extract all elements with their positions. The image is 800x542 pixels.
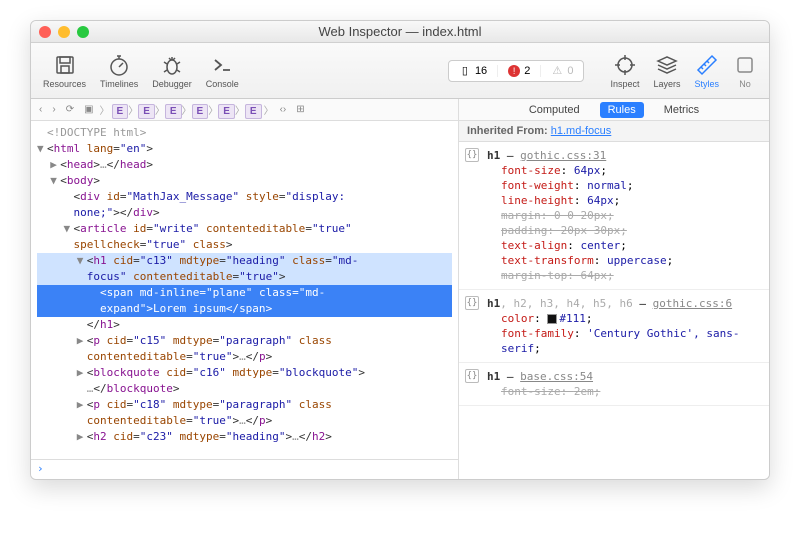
dom-line[interactable]: …</blockquote> bbox=[37, 381, 452, 397]
rule-gutter-icon[interactable]: {} bbox=[465, 148, 479, 162]
dom-tree[interactable]: <!DOCTYPE html>▼<html lang="en"> ▶<head>… bbox=[31, 121, 458, 459]
dom-line[interactable]: <div id="MathJax_Message" style="display… bbox=[37, 189, 452, 205]
errors-counter[interactable]: !2 bbox=[498, 65, 541, 77]
css-property[interactable]: margin: 0 0 20px; bbox=[487, 208, 761, 223]
dom-line[interactable]: spellcheck="true" class> bbox=[37, 237, 452, 253]
console-icon bbox=[210, 53, 234, 77]
css-property[interactable]: font-size: 64px; bbox=[487, 163, 761, 178]
warning-icon: ⚠ bbox=[551, 65, 563, 77]
code-icon[interactable]: ‹› bbox=[276, 104, 291, 115]
breadcrumb-item[interactable]: E bbox=[192, 104, 209, 119]
breadcrumb-bar: ‹ › ⟳ ▣ 〉 E〉E〉E〉E〉E〉E 〉 ‹› ⊞ bbox=[31, 99, 458, 121]
dom-line[interactable]: ▼<body> bbox=[37, 173, 452, 189]
inspector-window: Web Inspector — index.html Resources Tim… bbox=[30, 20, 770, 480]
dom-line[interactable]: ▼<article id="write" contenteditable="tr… bbox=[37, 221, 452, 237]
tab-rules[interactable]: Rules bbox=[600, 102, 644, 118]
dom-line[interactable]: contenteditable="true">…</p> bbox=[37, 413, 452, 429]
titlebar: Web Inspector — index.html bbox=[31, 21, 769, 43]
css-property[interactable]: text-transform: uppercase; bbox=[487, 253, 761, 268]
styles-tab[interactable]: Styles bbox=[688, 51, 725, 91]
css-property[interactable]: line-height: 64px; bbox=[487, 193, 761, 208]
layers-tab[interactable]: Layers bbox=[647, 51, 686, 91]
tab-metrics[interactable]: Metrics bbox=[656, 102, 707, 118]
timelines-tab[interactable]: Timelines bbox=[94, 51, 144, 91]
toolbar: Resources Timelines Debugger Console ▯16… bbox=[31, 43, 769, 99]
css-property[interactable]: color: #111; bbox=[487, 311, 761, 326]
dom-line[interactable]: ▶<h2 cid="c23" mdtype="heading">…</h2> bbox=[37, 429, 452, 445]
dom-line[interactable]: ▼<html lang="en"> bbox=[37, 141, 452, 157]
stopwatch-icon bbox=[107, 53, 131, 77]
dom-line[interactable]: contenteditable="true">…</p> bbox=[37, 349, 452, 365]
dom-line[interactable]: <span md-inline="plane" class="md- bbox=[37, 285, 452, 301]
dom-line[interactable]: focus" contenteditable="true"> bbox=[37, 269, 452, 285]
back-button[interactable]: ‹ bbox=[35, 104, 46, 115]
source-link[interactable]: gothic.css:6 bbox=[653, 297, 732, 310]
inherited-from: Inherited From: h1.md-focus bbox=[459, 121, 769, 142]
dom-line[interactable]: ▶<p cid="c18" mdtype="paragraph" class bbox=[37, 397, 452, 413]
css-property[interactable]: margin-top: 64px; bbox=[487, 268, 761, 283]
inherited-link[interactable]: h1.md-focus bbox=[551, 125, 612, 137]
css-rule[interactable]: {} h1 — gothic.css:31 font-size: 64px;fo… bbox=[459, 142, 769, 290]
resources-tab[interactable]: Resources bbox=[37, 51, 92, 91]
source-link[interactable]: base.css:54 bbox=[520, 370, 593, 383]
forward-button[interactable]: › bbox=[48, 104, 59, 115]
dom-line[interactable]: none;"></div> bbox=[37, 205, 452, 221]
breadcrumb-item[interactable]: E bbox=[138, 104, 155, 119]
css-property[interactable]: font-size: 2em; bbox=[487, 384, 761, 399]
save-icon bbox=[53, 53, 77, 77]
console-prompt[interactable]: › bbox=[31, 459, 458, 479]
warnings-counter[interactable]: ⚠0 bbox=[541, 65, 583, 77]
dom-line[interactable]: expand">Lorem ipsum</span> bbox=[37, 301, 452, 317]
node-tab[interactable]: No bbox=[727, 51, 763, 91]
source-link[interactable]: gothic.css:31 bbox=[520, 149, 606, 162]
css-property[interactable]: text-align: center; bbox=[487, 238, 761, 253]
reload-icon[interactable]: ⟳ bbox=[62, 104, 78, 115]
css-rule[interactable]: {} h1 — base.css:54 font-size: 2em; bbox=[459, 363, 769, 406]
rule-gutter-icon[interactable]: {} bbox=[465, 296, 479, 310]
css-property[interactable]: padding: 20px 30px; bbox=[487, 223, 761, 238]
document-icon: ▯ bbox=[459, 65, 471, 77]
logs-counter[interactable]: ▯16 bbox=[449, 65, 498, 77]
css-property[interactable]: font-weight: normal; bbox=[487, 178, 761, 193]
breadcrumb-item[interactable]: E bbox=[112, 104, 129, 119]
window-title: Web Inspector — index.html bbox=[31, 24, 769, 39]
css-property[interactable]: font-family: 'Century Gothic', sans-seri… bbox=[487, 326, 761, 356]
crosshair-icon bbox=[613, 53, 637, 77]
inspect-tool[interactable]: Inspect bbox=[604, 51, 645, 91]
dom-panel: ‹ › ⟳ ▣ 〉 E〉E〉E〉E〉E〉E 〉 ‹› ⊞ <!DOCTYPE h… bbox=[31, 99, 459, 479]
frame-icon[interactable]: ▣ bbox=[80, 104, 97, 115]
issue-counters[interactable]: ▯16 !2 ⚠0 bbox=[448, 60, 585, 82]
node-icon bbox=[733, 53, 757, 77]
css-rule[interactable]: {} h1, h2, h3, h4, h5, h6 — gothic.css:6… bbox=[459, 290, 769, 363]
layers-icon bbox=[655, 53, 679, 77]
dom-line[interactable]: ▶<blockquote cid="c16" mdtype="blockquot… bbox=[37, 365, 452, 381]
error-icon: ! bbox=[508, 65, 520, 77]
dom-line[interactable]: </h1> bbox=[37, 317, 452, 333]
dom-line[interactable]: ▶<p cid="c15" mdtype="paragraph" class bbox=[37, 333, 452, 349]
dom-line[interactable]: ▼<h1 cid="c13" mdtype="heading" class="m… bbox=[37, 253, 452, 269]
ruler-icon bbox=[695, 53, 719, 77]
console-tab[interactable]: Console bbox=[200, 51, 245, 91]
dom-line[interactable]: <!DOCTYPE html> bbox=[37, 125, 452, 141]
tab-computed[interactable]: Computed bbox=[521, 102, 588, 118]
bug-icon bbox=[160, 53, 184, 77]
styles-panel: Computed Rules Metrics Inherited From: h… bbox=[459, 99, 769, 479]
breadcrumb-item[interactable]: E bbox=[245, 104, 262, 119]
grid-icon[interactable]: ⊞ bbox=[292, 104, 308, 115]
styles-tabs: Computed Rules Metrics bbox=[459, 99, 769, 121]
dom-line[interactable]: ▶<head>…</head> bbox=[37, 157, 452, 173]
debugger-tab[interactable]: Debugger bbox=[146, 51, 198, 91]
breadcrumb-item[interactable]: E bbox=[165, 104, 182, 119]
breadcrumb-item[interactable]: E bbox=[218, 104, 235, 119]
rule-gutter-icon[interactable]: {} bbox=[465, 369, 479, 383]
